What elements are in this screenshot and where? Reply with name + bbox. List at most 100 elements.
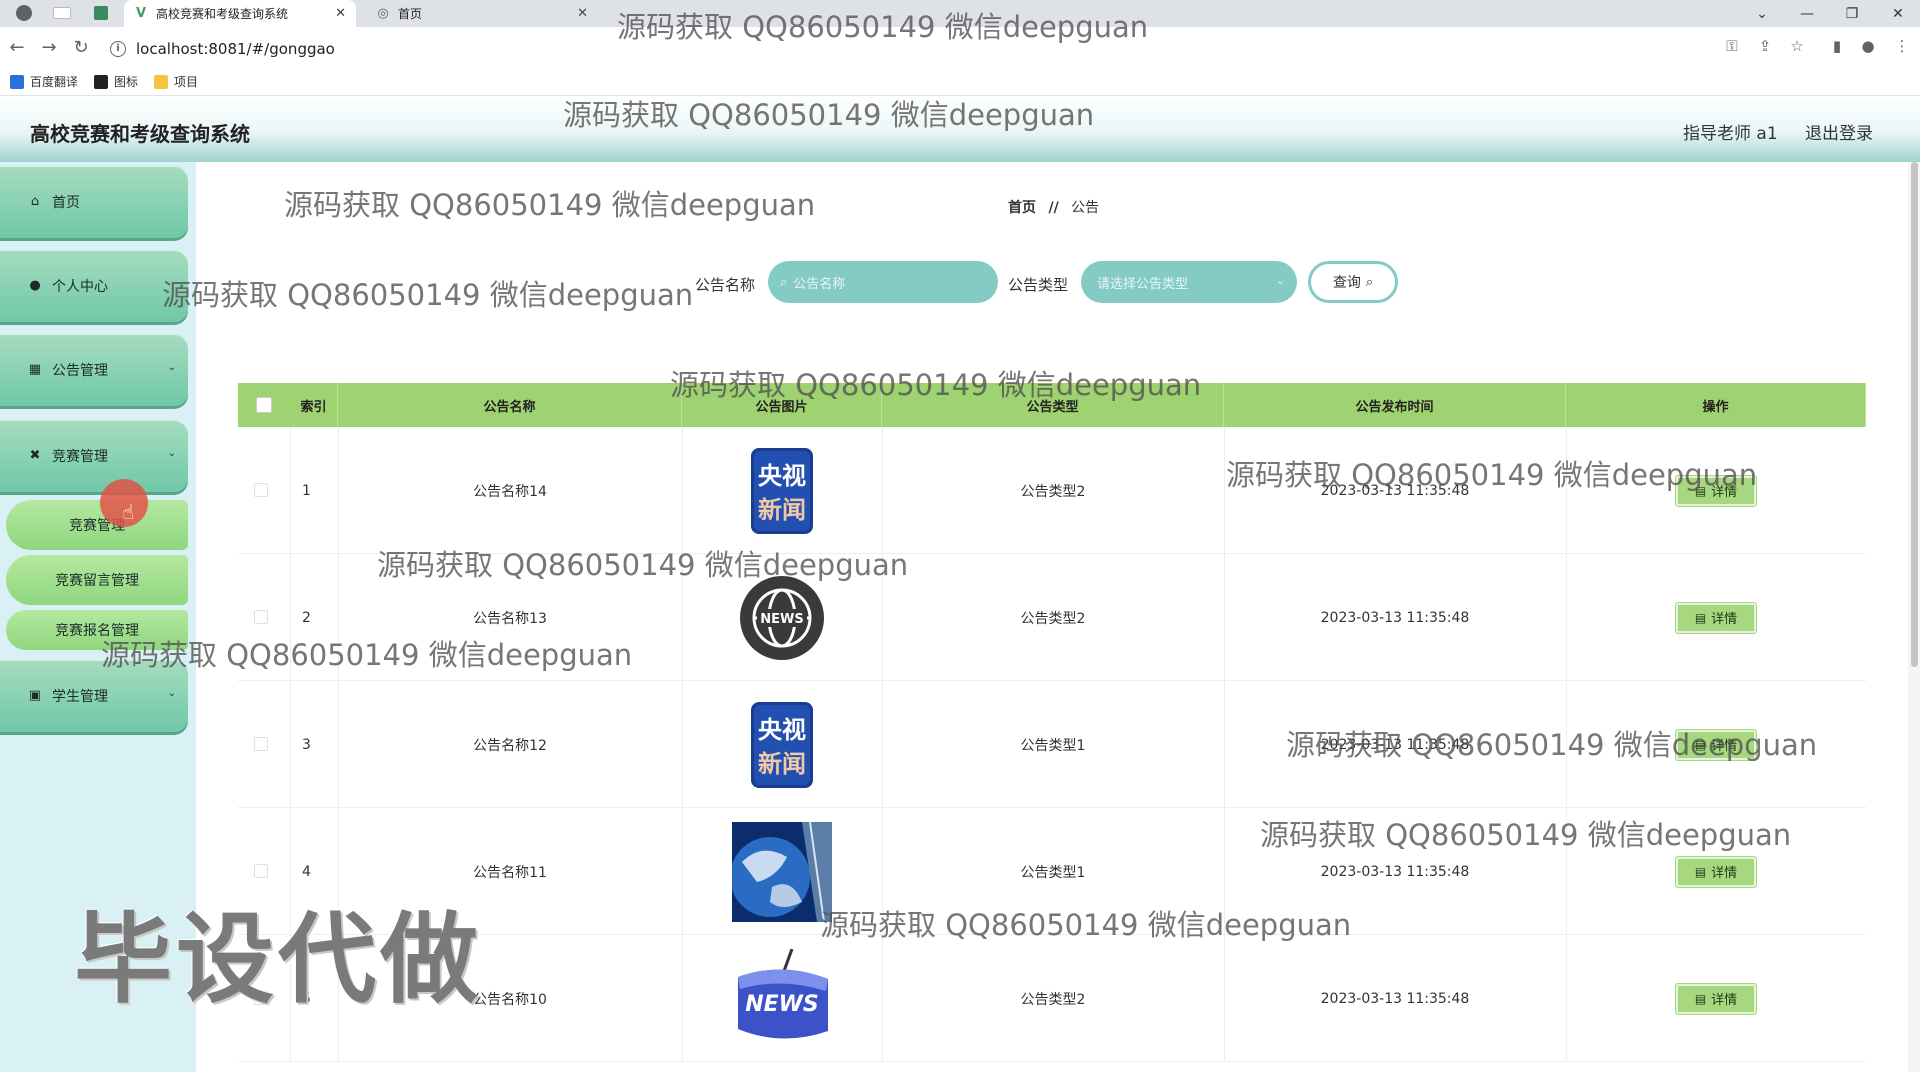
cell-type: 公告类型2: [1020, 610, 1086, 627]
grid-icon: ▦: [28, 362, 42, 377]
bookmark-icons[interactable]: 图标: [94, 73, 138, 90]
document-icon: ▤: [1694, 991, 1707, 1006]
select-all-checkbox[interactable]: [256, 397, 272, 413]
cell-name: 公告名称10: [473, 991, 547, 1008]
sidebar-item-notice[interactable]: ▦ 公告管理 ⌄: [0, 334, 188, 406]
detail-button[interactable]: ▤ 详情: [1676, 729, 1756, 760]
minimize-icon[interactable]: —: [1785, 0, 1829, 27]
share-icon[interactable]: ⇪: [1755, 37, 1775, 55]
cell-image: NEWS: [682, 554, 882, 681]
sidebar-item-competition[interactable]: ✖ 竞赛管理 ⌄: [0, 420, 188, 492]
cell-action: ▤ 详情: [1566, 935, 1866, 1062]
cell-time: 2023-03-13 11:35:48: [1320, 736, 1470, 753]
table-row: 3 公告名称12 央视 新闻 公告类型1 2023-03-13 11:35:48…: [238, 681, 1866, 808]
user-name[interactable]: 指导老师 a1: [1683, 119, 1778, 144]
cell-time: 2023-03-13 11:35:48: [1320, 609, 1470, 626]
chevron-down-icon: ⌄: [167, 448, 176, 459]
chevron-down-icon: ⌄: [1275, 274, 1285, 287]
bookmark-label: 项目: [174, 75, 199, 89]
detail-button-label: 详情: [1711, 739, 1738, 754]
sidebar-item-profile[interactable]: ● 个人中心: [0, 250, 188, 322]
cell-name: 公告名称12: [473, 737, 547, 754]
cell-action: ▤ 详情: [1566, 681, 1866, 808]
forward-icon[interactable]: →: [38, 37, 60, 59]
input-placeholder: 公告名称: [793, 276, 846, 292]
sidebar-item-label: 个人中心: [52, 279, 108, 295]
column-header-name: 公告名称: [338, 383, 682, 427]
clipboard-icon: ▣: [28, 688, 42, 703]
vue-logo-icon: V: [135, 5, 147, 21]
url-field[interactable]: i localhost:8081/#/gonggao: [110, 34, 1700, 64]
sidebar-item-home[interactable]: ⌂ 首页: [0, 166, 188, 238]
profile-icon[interactable]: ●: [1858, 37, 1878, 55]
tab-home[interactable]: ◎ 首页 ✕: [366, 0, 598, 27]
detail-button[interactable]: ▤ 详情: [1676, 983, 1756, 1014]
browser-tab-bar: V 高校竞赛和考级查询系统 ✕ ◎ 首页 ✕ ⌄ — ❐ ✕: [0, 0, 1920, 27]
breadcrumb-home[interactable]: 首页: [1008, 200, 1036, 216]
cctv-news-logo[interactable]: 央视 新闻: [739, 447, 825, 534]
search-icon: ⌕: [1365, 274, 1374, 290]
detail-button[interactable]: ▤ 详情: [1676, 475, 1756, 506]
key-icon[interactable]: ⚿: [1722, 37, 1742, 55]
bookmarks-bar: 百度翻译 图标 项目: [0, 68, 1920, 96]
back-icon[interactable]: ←: [6, 37, 28, 59]
chevron-down-icon[interactable]: ⌄: [1740, 0, 1784, 27]
more-icon[interactable]: ⋮: [1892, 37, 1912, 55]
tab-title: 高校竞赛和考级查询系统: [156, 7, 289, 21]
translate-icon: [10, 74, 24, 89]
cctv-news-logo[interactable]: 央视 新闻: [739, 701, 825, 788]
restore-icon[interactable]: ❐: [1830, 0, 1874, 27]
logout-button[interactable]: 退出登录: [1805, 119, 1873, 144]
row-checkbox[interactable]: [254, 864, 268, 878]
globe-icon: ◎: [377, 5, 389, 21]
row-checkbox[interactable]: [254, 737, 268, 751]
row-checkbox[interactable]: [254, 991, 268, 1005]
tab-title: 首页: [398, 7, 423, 21]
table-row: 1 公告名称14 央视 新闻 公告类型2 2023-03-13 11:35:48…: [238, 427, 1866, 554]
info-icon[interactable]: i: [110, 41, 126, 57]
bookmark-project[interactable]: 项目: [154, 73, 198, 90]
sidebar-panel-icon[interactable]: ▮: [1827, 37, 1847, 55]
sidebar-subitem-registration[interactable]: 竞赛报名管理: [6, 610, 188, 650]
query-button[interactable]: 查询 ⌕: [1308, 261, 1398, 303]
globe-photo[interactable]: [732, 821, 832, 922]
detail-button[interactable]: ▤ 详情: [1676, 856, 1756, 887]
close-window-icon[interactable]: ✕: [1876, 0, 1920, 27]
globe-news-logo[interactable]: NEWS: [739, 575, 825, 661]
bookmark-baidu-translate[interactable]: 百度翻译: [10, 73, 78, 90]
detail-button[interactable]: ▤ 详情: [1676, 602, 1756, 633]
reload-icon[interactable]: ↻: [70, 37, 92, 59]
close-icon[interactable]: ✕: [335, 6, 346, 21]
cell-index: 5: [302, 990, 311, 1007]
column-header-image: 公告图片: [682, 383, 882, 427]
star-icon[interactable]: ☆: [1787, 37, 1807, 55]
cell-index: 1: [302, 482, 311, 499]
svg-text:NEWS: NEWS: [745, 992, 819, 1017]
cell-action: ▤ 详情: [1566, 554, 1866, 681]
tab-group-icon[interactable]: [53, 7, 71, 19]
sidebar-subitem-competition[interactable]: 竞赛管理: [6, 500, 188, 550]
sidebar-item-label: 公告管理: [52, 363, 108, 379]
folder-icon: [154, 74, 169, 89]
news-key[interactable]: NEWS: [732, 948, 832, 1049]
document-icon: ▤: [1694, 864, 1707, 879]
sidebar-subitem-messages[interactable]: 竞赛留言管理: [6, 555, 188, 605]
tab-active[interactable]: V 高校竞赛和考级查询系统 ✕: [124, 0, 356, 27]
row-checkbox[interactable]: [254, 610, 268, 624]
search-icon: ⌕: [780, 274, 788, 290]
chrome-menu-icon[interactable]: [16, 5, 32, 21]
vue-tab-icon[interactable]: [94, 6, 108, 20]
sidebar-item-label: 学生管理: [52, 689, 108, 705]
close-icon[interactable]: ✕: [577, 6, 588, 21]
address-bar: ← → ↻ i localhost:8081/#/gonggao ⚿ ⇪ ☆ ▮…: [0, 27, 1920, 68]
scrollbar-thumb[interactable]: [1911, 162, 1918, 667]
cell-name: 公告名称13: [473, 610, 547, 627]
cell-type: 公告类型1: [1020, 737, 1086, 754]
document-icon: ▤: [1694, 483, 1707, 498]
notice-name-input[interactable]: ⌕ 公告名称: [768, 261, 998, 303]
detail-button-label: 详情: [1711, 866, 1738, 881]
sidebar-item-students[interactable]: ▣ 学生管理 ⌄: [0, 660, 188, 732]
notice-type-select[interactable]: 请选择公告类型 ⌄: [1081, 261, 1297, 303]
row-checkbox[interactable]: [254, 483, 268, 497]
document-icon: ▤: [1694, 737, 1707, 752]
